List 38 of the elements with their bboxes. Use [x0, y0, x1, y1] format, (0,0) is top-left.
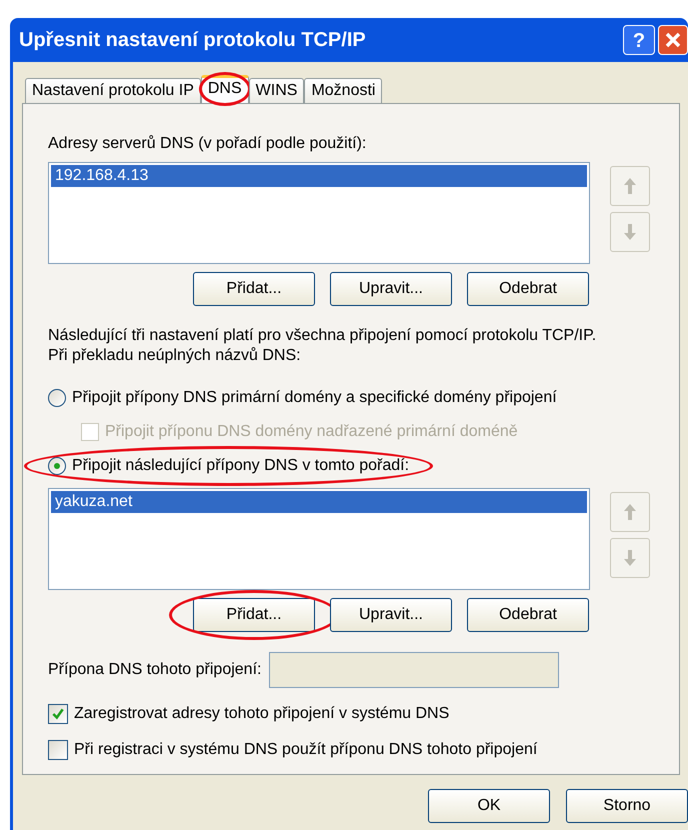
radio-button[interactable]	[48, 457, 66, 475]
down-arrow-icon	[623, 223, 637, 241]
down-arrow-icon	[623, 549, 637, 567]
dialog-button[interactable]: Upravit...	[330, 272, 452, 306]
option-label: Připojit příponu DNS domény nadřazené primární doméně	[105, 422, 518, 442]
move-down-button[interactable]	[610, 538, 650, 578]
tab[interactable]: Nastavení protokolu IP	[25, 78, 201, 103]
check-icon	[51, 707, 65, 721]
dialog-button[interactable]: OK	[428, 789, 550, 823]
dialog-button[interactable]: Upravit...	[330, 598, 452, 632]
tab[interactable]: WINS	[248, 78, 304, 103]
info-text: Následující tři nastavení platí pro všechna připojení pomocí protokolu TCP/IP. Při překladu neúplných názvů DNS:	[48, 326, 598, 366]
dialog-button[interactable]: Storno	[566, 789, 688, 823]
option-label: Připojit přípony DNS primární domény a specifické domény připojení	[72, 388, 557, 408]
checkbox[interactable]	[48, 704, 68, 724]
dialog-button[interactable]: Přidat...	[193, 272, 315, 306]
list-item[interactable]: 192.168.4.13	[51, 165, 587, 187]
checkbox[interactable]	[48, 740, 68, 760]
up-arrow-icon	[623, 503, 637, 521]
radio-button[interactable]	[48, 389, 66, 407]
section-label: Adresy serverů DNS (v pořadí podle použití):	[48, 134, 368, 154]
help-button[interactable]: ?	[623, 25, 655, 55]
dialog-button[interactable]: Odebrat	[467, 598, 589, 632]
tab[interactable]: Možnosti	[304, 78, 382, 103]
window-title: Upřesnit nastavení protokolu TCP/IP	[19, 28, 366, 53]
dialog-button[interactable]: Odebrat	[467, 272, 589, 306]
list-item[interactable]: yakuza.net	[51, 491, 587, 513]
move-up-button[interactable]	[610, 492, 650, 532]
field-label: Přípona DNS tohoto připojení:	[48, 660, 262, 680]
close-icon	[664, 31, 682, 49]
dialog-button[interactable]: Přidat...	[193, 598, 315, 632]
close-button[interactable]	[658, 25, 688, 55]
option-label: Připojit následující přípony DNS v tomto pořadí:	[72, 456, 410, 476]
move-up-button[interactable]	[610, 166, 650, 206]
move-down-button[interactable]	[610, 212, 650, 252]
checkbox-label: Při registraci v systému DNS použít příponu DNS tohoto připojení	[74, 740, 538, 760]
checkbox-label: Zaregistrovat adresy tohoto připojení v systému DNS	[74, 704, 450, 724]
up-arrow-icon	[623, 177, 637, 195]
